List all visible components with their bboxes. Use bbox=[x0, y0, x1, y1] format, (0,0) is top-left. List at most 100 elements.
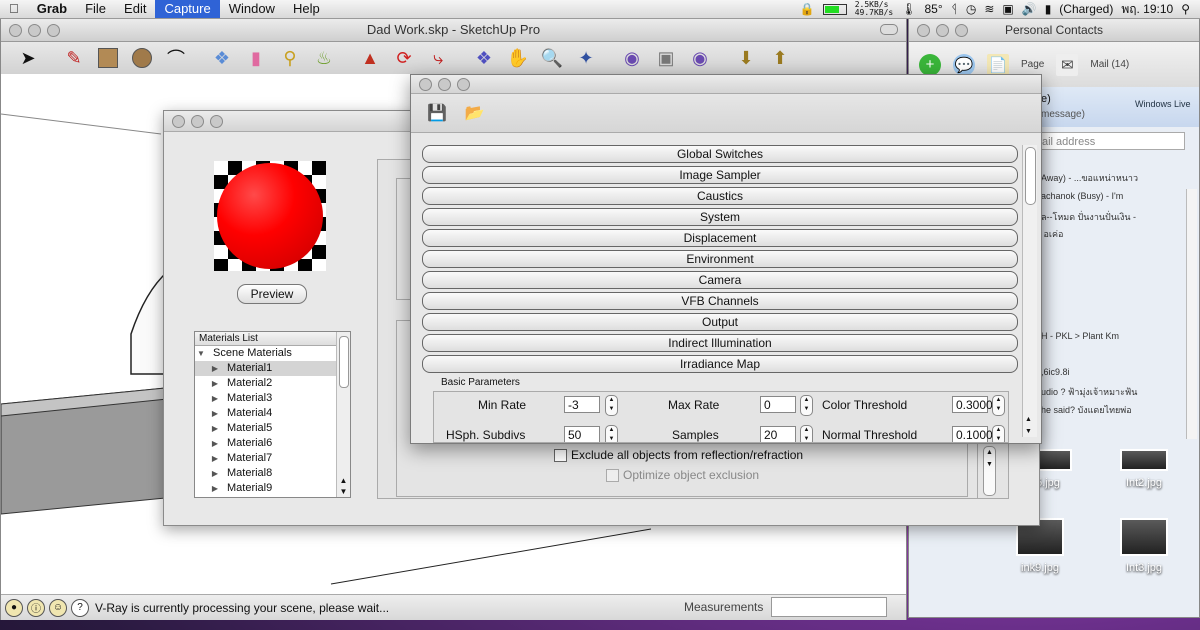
collapsed-triangle-icon[interactable]: ▶ bbox=[209, 436, 221, 451]
desktop-icon-ink9[interactable]: ink9.jpg bbox=[1010, 518, 1070, 574]
hsph-subdivs-stepper[interactable]: ▲ ▼ bbox=[605, 425, 618, 442]
chat-icon[interactable]: 💬 bbox=[953, 53, 975, 76]
expanded-triangle-icon[interactable]: ▼ bbox=[195, 346, 207, 361]
battery-icon[interactable]: ▮ bbox=[1045, 2, 1052, 16]
samples-input[interactable]: 20 bbox=[760, 426, 796, 442]
close-icon[interactable] bbox=[172, 115, 185, 128]
credits-icon[interactable]: ⓘ bbox=[27, 598, 45, 617]
minimize-icon[interactable] bbox=[28, 24, 41, 37]
collapsed-triangle-icon[interactable]: ▶ bbox=[209, 361, 221, 376]
material-item[interactable]: ▶ Material5 bbox=[195, 421, 350, 436]
vray-options-icon[interactable]: ▣ bbox=[649, 44, 683, 72]
zoom-icon[interactable] bbox=[955, 24, 968, 37]
rollout-image-sampler[interactable]: Image Sampler bbox=[422, 166, 1018, 184]
thermometer-icon[interactable]: 🌡 bbox=[901, 2, 916, 16]
close-icon[interactable] bbox=[917, 24, 930, 37]
collapsed-triangle-icon[interactable]: ▶ bbox=[209, 451, 221, 466]
scroll-up-icon[interactable]: ▲ bbox=[1025, 416, 1032, 423]
make-component-icon[interactable]: ❖ bbox=[205, 44, 239, 72]
share-model-icon[interactable]: ⬆ bbox=[763, 44, 797, 72]
mail-label[interactable]: Mail (14) bbox=[1090, 59, 1129, 70]
measurements-input[interactable] bbox=[771, 597, 887, 617]
contact-8[interactable]: he said? บังแดยไทยพ่อ bbox=[1041, 403, 1132, 417]
display-icon[interactable]: ▣ bbox=[1002, 2, 1013, 16]
contact-5[interactable]: H - PKL > Plant Km bbox=[1041, 331, 1119, 341]
tape-measure-icon[interactable]: ⚲ bbox=[273, 44, 307, 72]
messenger-scrollbar[interactable] bbox=[1186, 189, 1197, 439]
eraser-tool-icon[interactable]: ▮ bbox=[239, 44, 273, 72]
collapsed-triangle-icon[interactable]: ▶ bbox=[209, 421, 221, 436]
hsph-subdivs-input[interactable]: 50 bbox=[564, 426, 600, 442]
material-item[interactable]: ▶ Material7 bbox=[195, 451, 350, 466]
circle-tool-icon[interactable] bbox=[125, 44, 159, 72]
material-item[interactable]: ▶ Material6 bbox=[195, 436, 350, 451]
close-icon[interactable] bbox=[419, 78, 432, 91]
page-label[interactable]: Page bbox=[1021, 59, 1044, 70]
minimize-icon[interactable] bbox=[438, 78, 451, 91]
collapsed-triangle-icon[interactable]: ▶ bbox=[209, 406, 221, 421]
scroll-down-icon[interactable]: ▼ bbox=[1025, 428, 1032, 435]
rectangle-tool-icon[interactable] bbox=[91, 44, 125, 72]
render-options-scrollbar[interactable]: ▲ ▼ bbox=[1022, 145, 1037, 437]
minimize-icon[interactable] bbox=[191, 115, 204, 128]
scroll-down-icon[interactable]: ▼ bbox=[337, 487, 350, 496]
zoom-extents-icon[interactable]: ✦ bbox=[569, 44, 603, 72]
get-models-icon[interactable]: ⬇ bbox=[729, 44, 763, 72]
zoom-tool-icon[interactable]: 🔍 bbox=[535, 44, 569, 72]
battery-monitor-icon[interactable] bbox=[822, 3, 847, 15]
rollout-global-switches[interactable]: Global Switches bbox=[422, 145, 1018, 163]
exclude-reflection-checkbox[interactable]: Exclude all objects from reflection/refr… bbox=[554, 448, 803, 462]
material-item[interactable]: ▶ Material1 bbox=[195, 361, 350, 376]
contact-6[interactable]: ,6ic9.8i bbox=[1041, 367, 1070, 377]
zoom-icon[interactable] bbox=[457, 78, 470, 91]
user-icon[interactable]: ☺ bbox=[49, 598, 67, 617]
optimize-exclusion-checkbox[interactable]: Optimize object exclusion bbox=[606, 468, 759, 482]
apple-icon[interactable]:  bbox=[0, 0, 28, 18]
contact-7[interactable]: udio ? ฟ้ามุ่งเจ้าหมาะฟ้น bbox=[1041, 385, 1137, 399]
collapsed-triangle-icon[interactable]: ▶ bbox=[209, 481, 221, 496]
orbit-tool-icon[interactable]: ❖ bbox=[467, 44, 501, 72]
zoom-icon[interactable] bbox=[47, 24, 60, 37]
zoom-icon[interactable] bbox=[210, 115, 223, 128]
collapsed-triangle-icon[interactable]: ▶ bbox=[209, 376, 221, 391]
scroll-thumb[interactable] bbox=[339, 336, 349, 388]
rollout-camera[interactable]: Camera bbox=[422, 271, 1018, 289]
status-line-2[interactable]: message) bbox=[1041, 109, 1085, 120]
pan-tool-icon[interactable]: ✋ bbox=[501, 44, 535, 72]
follow-me-icon[interactable]: ⤷ bbox=[421, 44, 455, 72]
status-line-1[interactable]: e) bbox=[1041, 93, 1051, 105]
checkbox-box[interactable] bbox=[554, 448, 567, 462]
close-icon[interactable] bbox=[9, 24, 22, 37]
rollout-irradiance-map[interactable]: Irradiance Map bbox=[422, 355, 1018, 373]
open-folder-icon[interactable]: 📂 bbox=[465, 103, 485, 123]
contact-2[interactable]: achanok (Busy) - I'm bbox=[1041, 191, 1123, 201]
pencil-tool-icon[interactable]: ✎ bbox=[57, 44, 91, 72]
preview-button[interactable]: Preview bbox=[237, 284, 307, 304]
min-rate-input[interactable]: -3 bbox=[564, 396, 600, 413]
menu-file[interactable]: File bbox=[76, 0, 115, 18]
scroll-up-icon[interactable]: ▲ bbox=[337, 476, 350, 485]
spotlight-icon[interactable]: ⚲ bbox=[1181, 2, 1190, 16]
material-item[interactable]: ▶ Material2 bbox=[195, 376, 350, 391]
contact-1[interactable]: Away) - ...ขอแหน่าหนาว bbox=[1041, 171, 1138, 185]
material-item[interactable]: ▶ Material9 bbox=[195, 481, 350, 496]
minimize-icon[interactable] bbox=[936, 24, 949, 37]
rotate-tool-icon[interactable]: ⟳ bbox=[387, 44, 421, 72]
menu-window[interactable]: Window bbox=[220, 0, 284, 18]
toolbar-toggle[interactable] bbox=[880, 24, 898, 35]
scene-materials-node[interactable]: ▼ Scene Materials bbox=[195, 346, 350, 361]
mail-icon[interactable]: ✉ bbox=[1056, 53, 1079, 76]
color-threshold-input[interactable]: 0.3000 bbox=[952, 396, 993, 413]
clock-icon[interactable]: ◷ bbox=[966, 2, 976, 16]
rollout-vfb-channels[interactable]: VFB Channels bbox=[422, 292, 1018, 310]
normal-threshold-stepper[interactable]: ▲ ▼ bbox=[992, 425, 1005, 442]
save-icon[interactable]: 💾 bbox=[427, 103, 447, 123]
select-tool-icon[interactable]: ➤ bbox=[11, 44, 45, 72]
rollout-system[interactable]: System bbox=[422, 208, 1018, 226]
bluetooth-icon[interactable]: ᛩ bbox=[951, 2, 958, 16]
rollout-indirect-illumination[interactable]: Indirect Illumination bbox=[422, 334, 1018, 352]
menu-app-name[interactable]: Grab bbox=[28, 0, 76, 18]
rollout-environment[interactable]: Environment bbox=[422, 250, 1018, 268]
menu-clock[interactable]: พฤ. 19:10 bbox=[1121, 0, 1173, 19]
menu-help[interactable]: Help bbox=[284, 0, 329, 18]
